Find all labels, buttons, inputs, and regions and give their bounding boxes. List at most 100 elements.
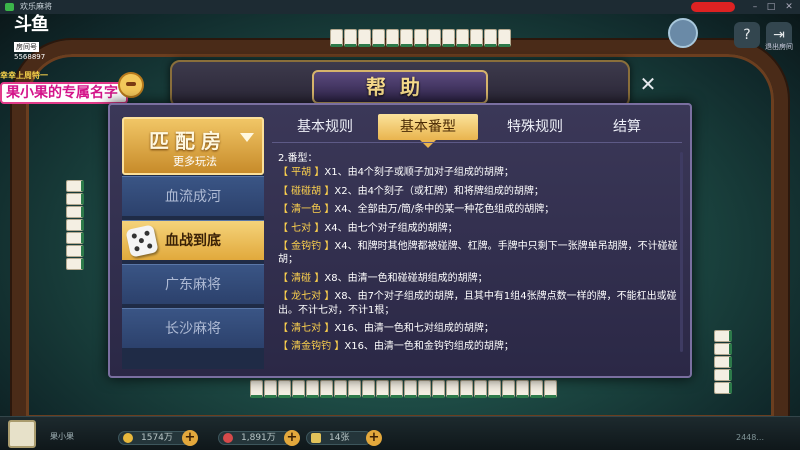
rule-tag: 【 清七对 】 [278,323,335,335]
dice-pip [134,245,140,252]
app-logo-icon [5,3,14,11]
tile [530,380,543,398]
menu-item-label: 血流成河 [165,189,221,205]
menu-item-guangdong[interactable]: 广东麻将 [122,264,264,304]
tile [714,343,732,355]
tile [446,380,459,398]
tab-basic-fan[interactable]: 基本番型 [378,114,478,140]
add-card-button[interactable]: + [366,430,382,446]
tile [66,219,84,231]
rule-tag: 【 清金钩钓 】 [278,341,345,353]
diamond-icon [223,433,233,443]
tile [714,369,732,381]
player-avatar[interactable] [8,420,36,448]
gold-coin-icon [123,433,133,443]
window-titlebar: 欢乐麻将 – □ ✕ [0,0,800,14]
gold-counter: 1574万 [118,431,192,445]
diamond-value: 1,891万 [241,433,276,443]
rule-item: 【 七对 】X4、由七个对子组成的胡牌； [278,222,678,235]
dice-pip [131,233,138,239]
dialog-title: 帮助 [366,75,434,99]
tile [714,330,732,342]
tab-basic-rules[interactable]: 基本规则 [282,114,368,140]
tile [334,380,347,398]
tile [320,380,333,398]
tile [428,29,441,47]
tile [516,380,529,398]
tile [484,29,497,47]
card-value: 14张 [329,433,350,443]
room-card-icon [311,433,321,443]
rule-text: X16、由清一色和七对组成的胡牌； [334,323,494,335]
help-icon[interactable]: ? [734,22,760,48]
menu-item-xuezhan[interactable]: 血战到底 [122,220,264,260]
close-icon[interactable]: ✕ [638,74,658,94]
rule-text: X4、全部由万/筒/条中的某一种花色组成的胡牌； [334,204,555,216]
player-id: 2448... [736,433,764,442]
maximize-icon[interactable]: □ [764,1,778,13]
chevron-down-icon [240,133,254,142]
rules-heading: 2.番型： [278,153,318,164]
tile [404,380,417,398]
tile [502,380,515,398]
close-window-icon[interactable]: ✕ [782,1,796,13]
tab-divider [272,142,682,143]
player-name: 果小果 [50,432,74,441]
menu-item-changsha[interactable]: 长沙麻将 [122,308,264,348]
rule-item: 【 金钩钓 】X4、和牌时其他牌都被碰牌、杠牌。手牌中只剩下一张牌单吊胡牌，不计… [278,240,678,267]
rule-item: 【 清金钩钓 】X16、由清一色和金钩钓组成的胡牌； [278,340,678,353]
rule-text: X4、和牌时其他牌都被碰牌、杠牌。手牌中只剩下一张牌单吊胡牌，不计碰碰胡； [278,241,678,266]
tile [418,380,431,398]
rule-text: X2、由4个刻子（或杠牌）和将牌组成的胡牌； [334,185,544,197]
dice-pip [138,237,145,244]
rules-content[interactable]: 2.番型： 【 平胡 】X1、由4个刻子或顺子加对子组成的胡牌； 【 碰碰胡 】… [278,152,678,364]
card-counter: 14张 [306,431,372,445]
stream-logo: 斗鱼 房间号 5568897 [14,16,58,61]
game-screen: 欢乐麻将 – □ ✕ 斗鱼 房间号 5568897 幸幸上周特一 果小果的专属名… [0,0,800,450]
rule-text: X16、由清一色和金钩钓组成的胡牌； [344,341,514,353]
rule-item: 【 清一色 】X4、全部由万/筒/条中的某一种花色组成的胡牌； [278,203,678,216]
rule-item: 【 清七对 】X16、由清一色和七对组成的胡牌； [278,322,678,335]
rule-item: 【 龙七对 】X8、由7个对子组成的胡牌，且其中有1组4张牌点数一样的牌，不能杠… [278,290,678,317]
rule-tag: 【 平胡 】 [278,167,325,179]
menu-item-label: 广东麻将 [165,277,221,293]
tile [414,29,427,47]
tile [400,29,413,47]
rule-tag: 【 清一色 】 [278,204,335,216]
tile [66,206,84,218]
tile [376,380,389,398]
minimize-icon[interactable]: – [748,1,762,13]
tile [348,380,361,398]
menu-item-xueliu[interactable]: 血流成河 [122,176,264,216]
match-room-dropdown[interactable]: 匹配房 更多玩法 [122,117,264,175]
tile [544,380,557,398]
room-id: 5568897 [14,53,46,61]
dice-pip [146,243,153,249]
rules-scrollbar[interactable] [680,152,683,352]
add-gold-button[interactable]: + [182,430,198,446]
rule-item: 【 清碰 】X8、由清一色和碰碰胡组成的胡牌； [278,272,678,285]
tile [488,380,501,398]
alert-badge[interactable] [691,2,735,12]
gold-value: 1574万 [141,433,173,443]
tile [306,380,319,398]
rule-tag: 【 清碰 】 [278,272,325,284]
tile [358,29,371,47]
tile [386,29,399,47]
room-label: 房间号 [14,42,39,52]
opponent-avatar[interactable] [668,18,698,48]
dice-icon [125,224,159,258]
rule-tag: 【 龙七对 】 [278,291,335,303]
rule-text: X8、由7个对子组成的胡牌，且其中有1组4张牌点数一样的牌，不能杠出或碰出。不计… [278,291,677,316]
tab-special-rules[interactable]: 特殊规则 [492,114,578,140]
tile-wall-left [66,180,84,271]
tile [714,356,732,368]
rule-item: 【 碰碰胡 】X2、由4个刻子（或杠牌）和将牌组成的胡牌； [278,185,678,198]
menu-item-label: 长沙麻将 [165,321,221,337]
tile [66,258,84,270]
tab-settlement[interactable]: 结算 [592,114,662,140]
add-diamond-button[interactable]: + [284,430,300,446]
tile [470,29,483,47]
window-title: 欢乐麻将 [20,2,52,11]
rule-tag: 【 金钩钓 】 [278,241,335,253]
